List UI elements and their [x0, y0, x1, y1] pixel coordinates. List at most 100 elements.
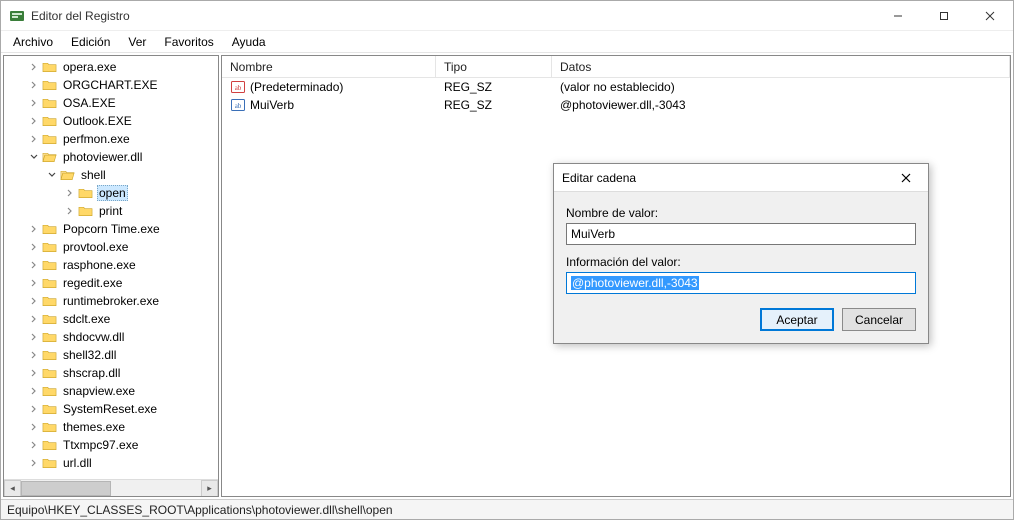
chevron-right-icon[interactable] — [28, 259, 40, 271]
tree-item[interactable]: opera.exe — [4, 58, 218, 76]
col-type[interactable]: Tipo — [436, 56, 552, 77]
chevron-right-icon[interactable] — [28, 421, 40, 433]
folder-icon — [42, 259, 57, 271]
value-data-input[interactable] — [566, 272, 916, 294]
tree-item-label: ORGCHART.EXE — [61, 78, 159, 92]
chevron-right-icon[interactable] — [28, 349, 40, 361]
tree-item[interactable]: Ttxmpc97.exe — [4, 436, 218, 454]
value-type: REG_SZ — [436, 80, 552, 94]
col-name[interactable]: Nombre — [222, 56, 436, 77]
tree-item-label: regedit.exe — [61, 276, 124, 290]
tree-item[interactable]: shell32.dll — [4, 346, 218, 364]
tree-item[interactable]: Outlook.EXE — [4, 112, 218, 130]
scroll-track[interactable] — [21, 480, 201, 497]
svg-text:ab: ab — [235, 102, 242, 110]
value-data: (valor no establecido) — [552, 80, 1010, 94]
svg-text:ab: ab — [235, 84, 242, 92]
folder-icon — [42, 223, 57, 235]
folder-icon — [42, 295, 57, 307]
scroll-thumb[interactable] — [21, 481, 111, 496]
chevron-right-icon[interactable] — [28, 385, 40, 397]
chevron-down-icon[interactable] — [28, 151, 40, 163]
chevron-right-icon[interactable] — [28, 313, 40, 325]
menu-help[interactable]: Ayuda — [224, 33, 274, 51]
chevron-right-icon[interactable] — [28, 61, 40, 73]
tree-item-label: provtool.exe — [61, 240, 130, 254]
chevron-right-icon[interactable] — [28, 439, 40, 451]
tree-item[interactable]: print — [4, 202, 218, 220]
menubar: Archivo Edición Ver Favoritos Ayuda — [1, 31, 1013, 53]
dialog-close-button[interactable] — [892, 167, 920, 189]
folder-icon — [42, 439, 57, 451]
tree-item[interactable]: runtimebroker.exe — [4, 292, 218, 310]
tree-item[interactable]: open — [4, 184, 218, 202]
tree-item[interactable]: snapview.exe — [4, 382, 218, 400]
tree-item-label: open — [97, 185, 128, 201]
cancel-button[interactable]: Cancelar — [842, 308, 916, 331]
menu-favorites[interactable]: Favoritos — [156, 33, 221, 51]
tree-item[interactable]: regedit.exe — [4, 274, 218, 292]
chevron-right-icon[interactable] — [28, 277, 40, 289]
chevron-right-icon[interactable] — [28, 115, 40, 127]
col-data[interactable]: Datos — [552, 56, 1010, 77]
chevron-right-icon[interactable] — [28, 223, 40, 235]
dialog-title: Editar cadena — [562, 171, 892, 185]
registry-tree[interactable]: opera.exe ORGCHART.EXE OSA.EXE Outlook.E… — [4, 56, 218, 479]
titlebar[interactable]: Editor del Registro — [1, 1, 1013, 31]
values-header[interactable]: Nombre Tipo Datos — [222, 56, 1010, 78]
value-row[interactable]: ab(Predeterminado)REG_SZ(valor no establ… — [222, 78, 1010, 96]
chevron-right-icon[interactable] — [28, 295, 40, 307]
tree-item[interactable]: OSA.EXE — [4, 94, 218, 112]
menu-file[interactable]: Archivo — [5, 33, 61, 51]
chevron-right-icon[interactable] — [28, 457, 40, 469]
chevron-right-icon[interactable] — [28, 241, 40, 253]
chevron-down-icon[interactable] — [46, 169, 58, 181]
tree-item[interactable]: shscrap.dll — [4, 364, 218, 382]
folder-icon — [42, 403, 57, 415]
tree-item-label: photoviewer.dll — [61, 150, 144, 164]
chevron-right-icon[interactable] — [28, 403, 40, 415]
scroll-right-button[interactable]: ▸ — [201, 480, 218, 497]
value-row[interactable]: abMuiVerbREG_SZ@photoviewer.dll,-3043 — [222, 96, 1010, 114]
chevron-right-icon[interactable] — [28, 79, 40, 91]
folder-icon — [42, 241, 57, 253]
ok-button[interactable]: Aceptar — [760, 308, 834, 331]
menu-edit[interactable]: Edición — [63, 33, 118, 51]
folder-icon — [42, 367, 57, 379]
tree-horizontal-scrollbar[interactable]: ◂ ▸ — [4, 479, 218, 496]
chevron-right-icon[interactable] — [64, 187, 76, 199]
dialog-titlebar[interactable]: Editar cadena — [554, 164, 928, 192]
tree-item[interactable]: perfmon.exe — [4, 130, 218, 148]
tree-item[interactable]: shell — [4, 166, 218, 184]
tree-item[interactable]: provtool.exe — [4, 238, 218, 256]
folder-icon — [42, 151, 57, 163]
chevron-right-icon[interactable] — [28, 97, 40, 109]
tree-item[interactable]: Popcorn Time.exe — [4, 220, 218, 238]
folder-icon — [42, 349, 57, 361]
tree-item[interactable]: url.dll — [4, 454, 218, 472]
chevron-right-icon[interactable] — [28, 133, 40, 145]
chevron-right-icon[interactable] — [28, 331, 40, 343]
tree-item[interactable]: SystemReset.exe — [4, 400, 218, 418]
edit-string-dialog: Editar cadena Nombre de valor: Informaci… — [553, 163, 929, 344]
tree-item[interactable]: sdclt.exe — [4, 310, 218, 328]
scroll-left-button[interactable]: ◂ — [4, 480, 21, 497]
tree-item[interactable]: themes.exe — [4, 418, 218, 436]
folder-icon — [42, 133, 57, 145]
minimize-button[interactable] — [875, 1, 921, 30]
menu-view[interactable]: Ver — [120, 33, 154, 51]
folder-icon — [60, 169, 75, 181]
value-name-input[interactable] — [566, 223, 916, 245]
chevron-right-icon[interactable] — [64, 205, 76, 217]
folder-icon — [42, 61, 57, 73]
chevron-right-icon[interactable] — [28, 367, 40, 379]
tree-item-label: Outlook.EXE — [61, 114, 134, 128]
tree-item[interactable]: rasphone.exe — [4, 256, 218, 274]
maximize-button[interactable] — [921, 1, 967, 30]
tree-item[interactable]: ORGCHART.EXE — [4, 76, 218, 94]
value-data: @photoviewer.dll,-3043 — [552, 98, 1010, 112]
close-button[interactable] — [967, 1, 1013, 30]
tree-item[interactable]: shdocvw.dll — [4, 328, 218, 346]
tree-item-label: SystemReset.exe — [61, 402, 159, 416]
tree-item[interactable]: photoviewer.dll — [4, 148, 218, 166]
